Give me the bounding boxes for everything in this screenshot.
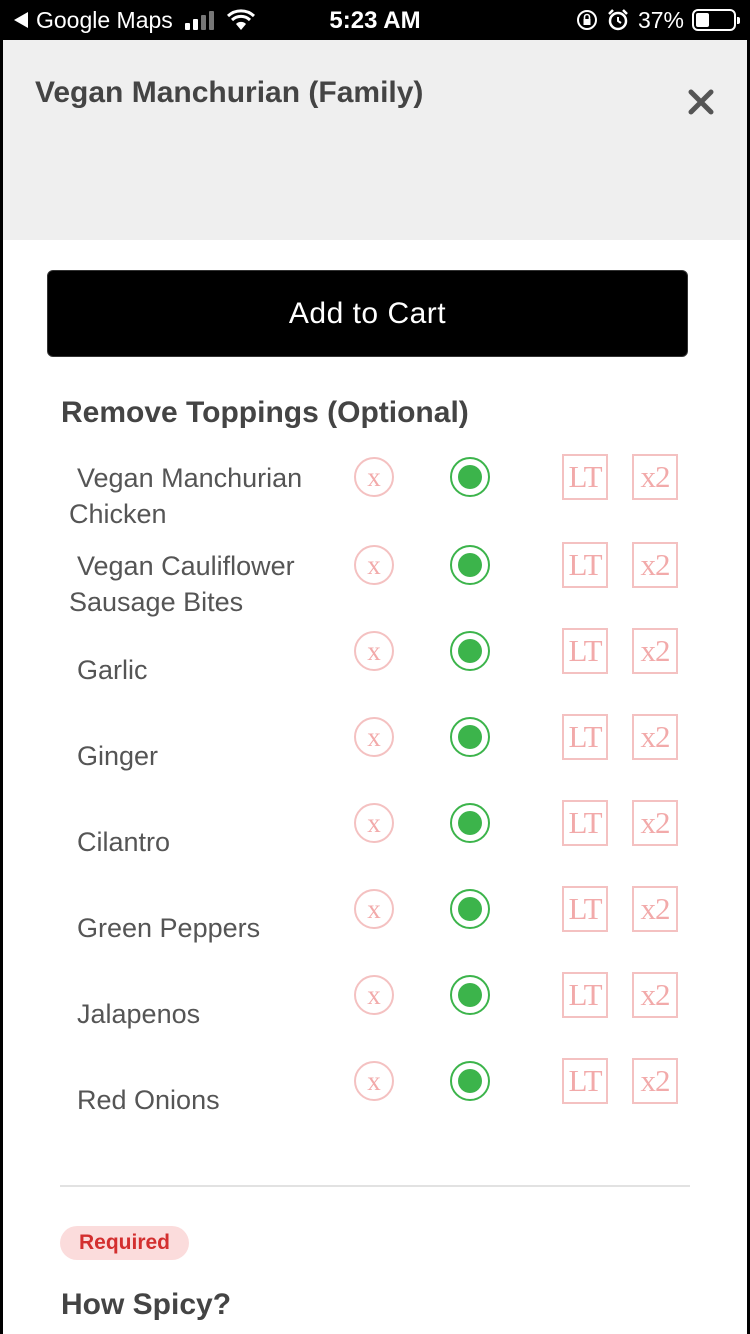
remove-topping-option[interactable]: X [354,717,394,757]
regular-topping-radio[interactable] [450,457,490,497]
topping-name: Jalapenos [77,999,201,1029]
remove-toppings-heading: Remove Toppings (Optional) [61,396,469,429]
lite-topping-option[interactable]: LT [562,972,608,1018]
double-topping-option[interactable]: x2 [632,1058,678,1104]
topping-name: Cilantro [77,827,171,857]
topping-name: Garlic [77,655,148,685]
item-modal: Vegan Manchurian (Family) Add to Cart Re… [3,40,747,1334]
lite-topping-option[interactable]: LT [562,454,608,500]
remove-topping-option[interactable]: X [354,975,394,1015]
status-icons: 37% [576,6,740,34]
lite-topping-option[interactable]: LT [562,1058,608,1104]
topping-name: Vegan Cauliflower Sausage Bites [69,551,295,617]
remove-topping-option[interactable]: X [354,545,394,585]
double-topping-option[interactable]: x2 [632,972,678,1018]
regular-topping-radio[interactable] [450,1061,490,1101]
required-badge: Required [60,1226,189,1260]
add-to-cart-button[interactable]: Add to Cart [47,270,688,357]
spicy-heading: How Spicy? [61,1288,232,1321]
lite-topping-option[interactable]: LT [562,628,608,674]
divider [60,1185,690,1187]
remove-topping-option[interactable]: X [354,1061,394,1101]
battery-icon [692,9,740,31]
topping-name: Green Peppers [77,913,261,943]
lite-topping-option[interactable]: LT [562,714,608,760]
lite-topping-option[interactable]: LT [562,800,608,846]
regular-topping-radio[interactable] [450,717,490,757]
double-topping-option[interactable]: x2 [632,886,678,932]
battery-percent: 37% [637,6,684,33]
lite-topping-option[interactable]: LT [562,542,608,588]
remove-topping-option[interactable]: X [354,889,394,929]
close-icon[interactable] [681,82,721,122]
remove-topping-option[interactable]: X [354,803,394,843]
double-topping-option[interactable]: x2 [632,628,678,674]
double-topping-option[interactable]: x2 [632,800,678,846]
remove-topping-option[interactable]: X [354,457,394,497]
regular-topping-radio[interactable] [450,889,490,929]
regular-topping-radio[interactable] [450,975,490,1015]
item-title: Vegan Manchurian (Family) [35,76,424,109]
topping-name: Red Onions [77,1085,220,1115]
topping-name: Ginger [77,741,159,771]
status-bar: Google Maps 5:23 AM 37% [0,0,750,40]
regular-topping-radio[interactable] [450,631,490,671]
lite-topping-option[interactable]: LT [562,886,608,932]
orientation-lock-icon [576,10,597,30]
regular-topping-radio[interactable] [450,545,490,585]
double-topping-option[interactable]: x2 [632,542,678,588]
battery-fill [696,13,710,27]
alarm-icon [608,9,628,31]
double-topping-option[interactable]: x2 [632,454,678,500]
regular-topping-radio[interactable] [450,803,490,843]
double-topping-option[interactable]: x2 [632,714,678,760]
remove-topping-option[interactable]: X [354,631,394,671]
topping-name: Vegan Manchurian Chicken [69,463,303,529]
modal-header: Vegan Manchurian (Family) [3,40,747,240]
